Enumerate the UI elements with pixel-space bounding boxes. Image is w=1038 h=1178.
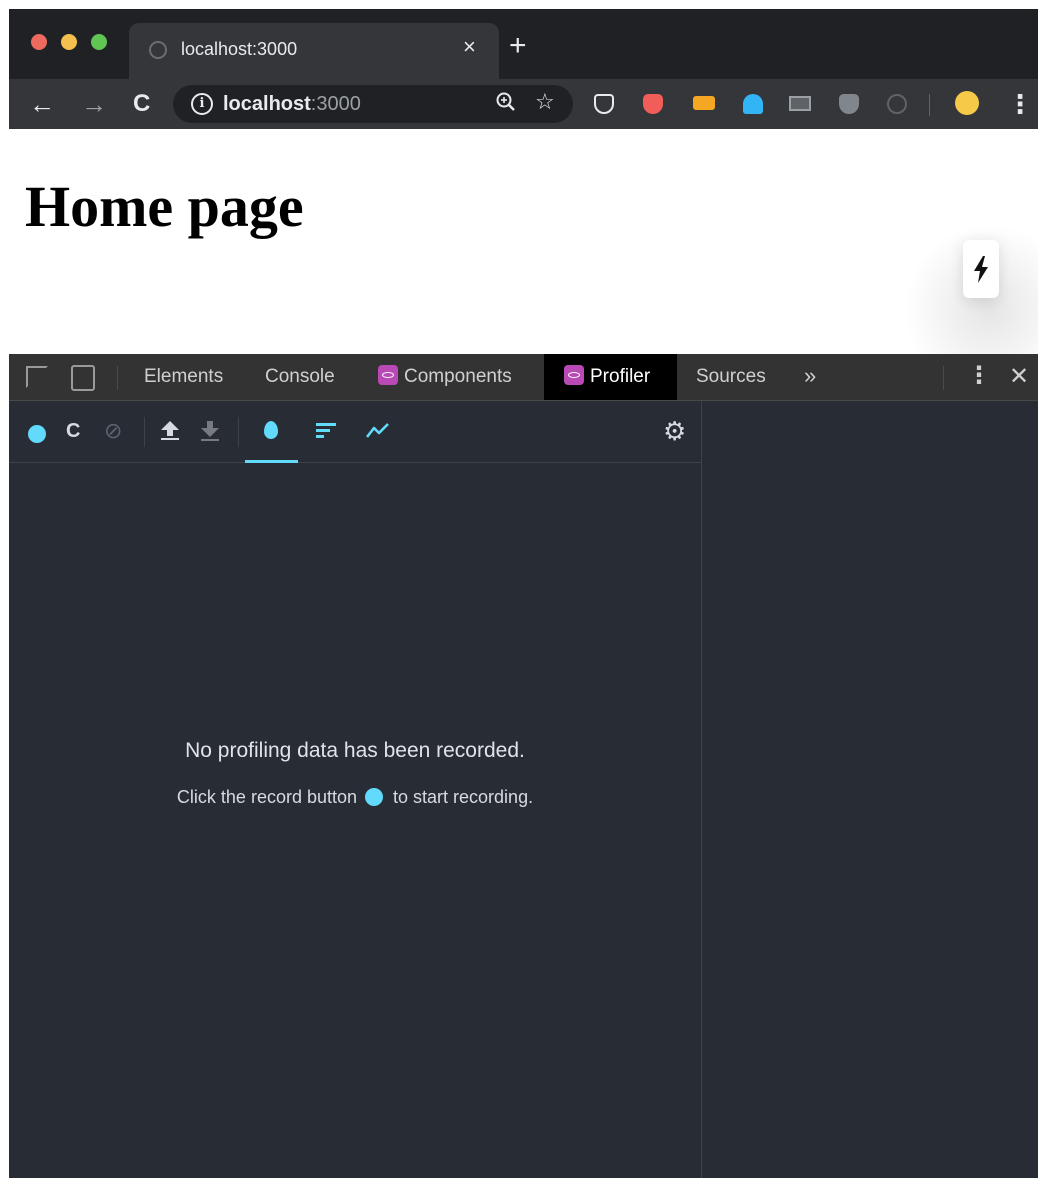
tab-close-button[interactable]: × [463, 36, 476, 58]
toolbar-divider [144, 417, 145, 447]
tab-profiler-label: Profiler [590, 366, 651, 387]
empty-state-title: No profiling data has been recorded. [185, 739, 525, 762]
flame-icon [264, 421, 278, 439]
settings-gear-icon[interactable]: ⚙ [663, 417, 686, 445]
profiler-sidebar [702, 401, 1038, 1178]
window-maximize-button[interactable] [91, 34, 107, 50]
record-dot-icon [365, 788, 384, 806]
active-tab-indicator [245, 460, 298, 463]
toolbar-divider [238, 417, 239, 447]
record-button[interactable] [28, 425, 46, 443]
nextjs-indicator-button[interactable] [963, 240, 999, 298]
hint-text-after: to start recording. [393, 787, 534, 807]
toolbar-divider [929, 94, 930, 116]
interactions-chart-tab[interactable] [365, 419, 391, 448]
window-minimize-button[interactable] [61, 34, 77, 50]
devtools-divider [943, 366, 944, 390]
url-text[interactable]: localhost:3000 [223, 93, 361, 116]
ghost-extension-icon[interactable] [743, 94, 763, 114]
info-extension-icon[interactable] [887, 94, 907, 114]
tab-console[interactable]: Console [265, 354, 335, 400]
zoom-icon[interactable] [495, 91, 517, 119]
tab-sources[interactable]: Sources [696, 354, 766, 400]
react-icon [564, 365, 584, 385]
page-content: Home page [9, 129, 1038, 409]
hint-text-before: Click the record button [176, 787, 358, 807]
inspect-element-icon[interactable] [26, 366, 48, 388]
more-tabs-button[interactable]: » [804, 354, 816, 400]
card-extension-icon[interactable] [693, 96, 715, 110]
tab-title: localhost:3000 [181, 39, 298, 59]
profile-avatar-icon[interactable] [955, 91, 979, 115]
device-toolbar-icon[interactable] [71, 365, 95, 391]
reload-and-profile-button[interactable]: C [66, 417, 80, 445]
back-button[interactable]: ← [29, 89, 55, 119]
devtools-close-button[interactable]: ✕ [1009, 354, 1029, 400]
load-profile-button[interactable] [161, 421, 179, 441]
browser-tab[interactable]: localhost:3000 × [129, 23, 499, 79]
clear-profiling-button[interactable]: ⊘ [104, 417, 122, 445]
browser-toolbar: ← → C i localhost:3000 ☆ ⋮ [9, 79, 1038, 129]
url-host: localhost [223, 93, 311, 115]
devtools-tab-bar: Elements Console Components Profiler Sou… [9, 354, 1038, 401]
browser-menu-button[interactable]: ⋮ [1007, 89, 1033, 119]
reload-button[interactable]: C [133, 89, 150, 119]
forward-button[interactable]: → [81, 89, 107, 119]
save-profile-button[interactable] [201, 421, 219, 441]
profiler-toolbar: C ⊘ ⚙ [9, 401, 701, 463]
devtools-panel: Elements Console Components Profiler Sou… [9, 354, 1038, 1178]
tab-elements[interactable]: Elements [144, 354, 223, 400]
react-icon [378, 365, 398, 385]
devtools-menu-button[interactable]: ⋮ [967, 354, 991, 400]
profiler-main: C ⊘ ⚙ No profiling data has been recorde… [9, 401, 702, 1178]
new-tab-button[interactable]: + [509, 31, 527, 61]
tab-strip: localhost:3000 × + [9, 9, 1038, 79]
bookmark-star-icon[interactable]: ☆ [535, 89, 555, 115]
lightning-icon [974, 256, 988, 283]
empty-state-hint: Click the record button to start recordin… [9, 787, 701, 808]
tab-profiler[interactable]: Profiler [544, 354, 677, 400]
ublock-extension-icon[interactable] [839, 94, 859, 114]
tab-components-label: Components [404, 366, 512, 387]
url-port: :3000 [310, 93, 361, 115]
ranked-chart-tab[interactable] [316, 423, 336, 441]
reader-extension-icon[interactable] [789, 96, 811, 111]
browser-window: localhost:3000 × + ← → C i localhost:300… [9, 9, 1038, 1178]
window-close-button[interactable] [31, 34, 47, 50]
shield-extension-icon[interactable] [643, 94, 663, 114]
globe-icon [149, 41, 167, 59]
flamegraph-tab[interactable] [245, 401, 298, 463]
devtools-divider [117, 366, 118, 390]
pocket-extension-icon[interactable] [594, 94, 614, 114]
address-bar[interactable]: i localhost:3000 ☆ [173, 85, 573, 123]
tab-components[interactable]: Components [378, 354, 512, 400]
info-icon[interactable]: i [191, 93, 213, 115]
page-heading: Home page [25, 174, 304, 239]
